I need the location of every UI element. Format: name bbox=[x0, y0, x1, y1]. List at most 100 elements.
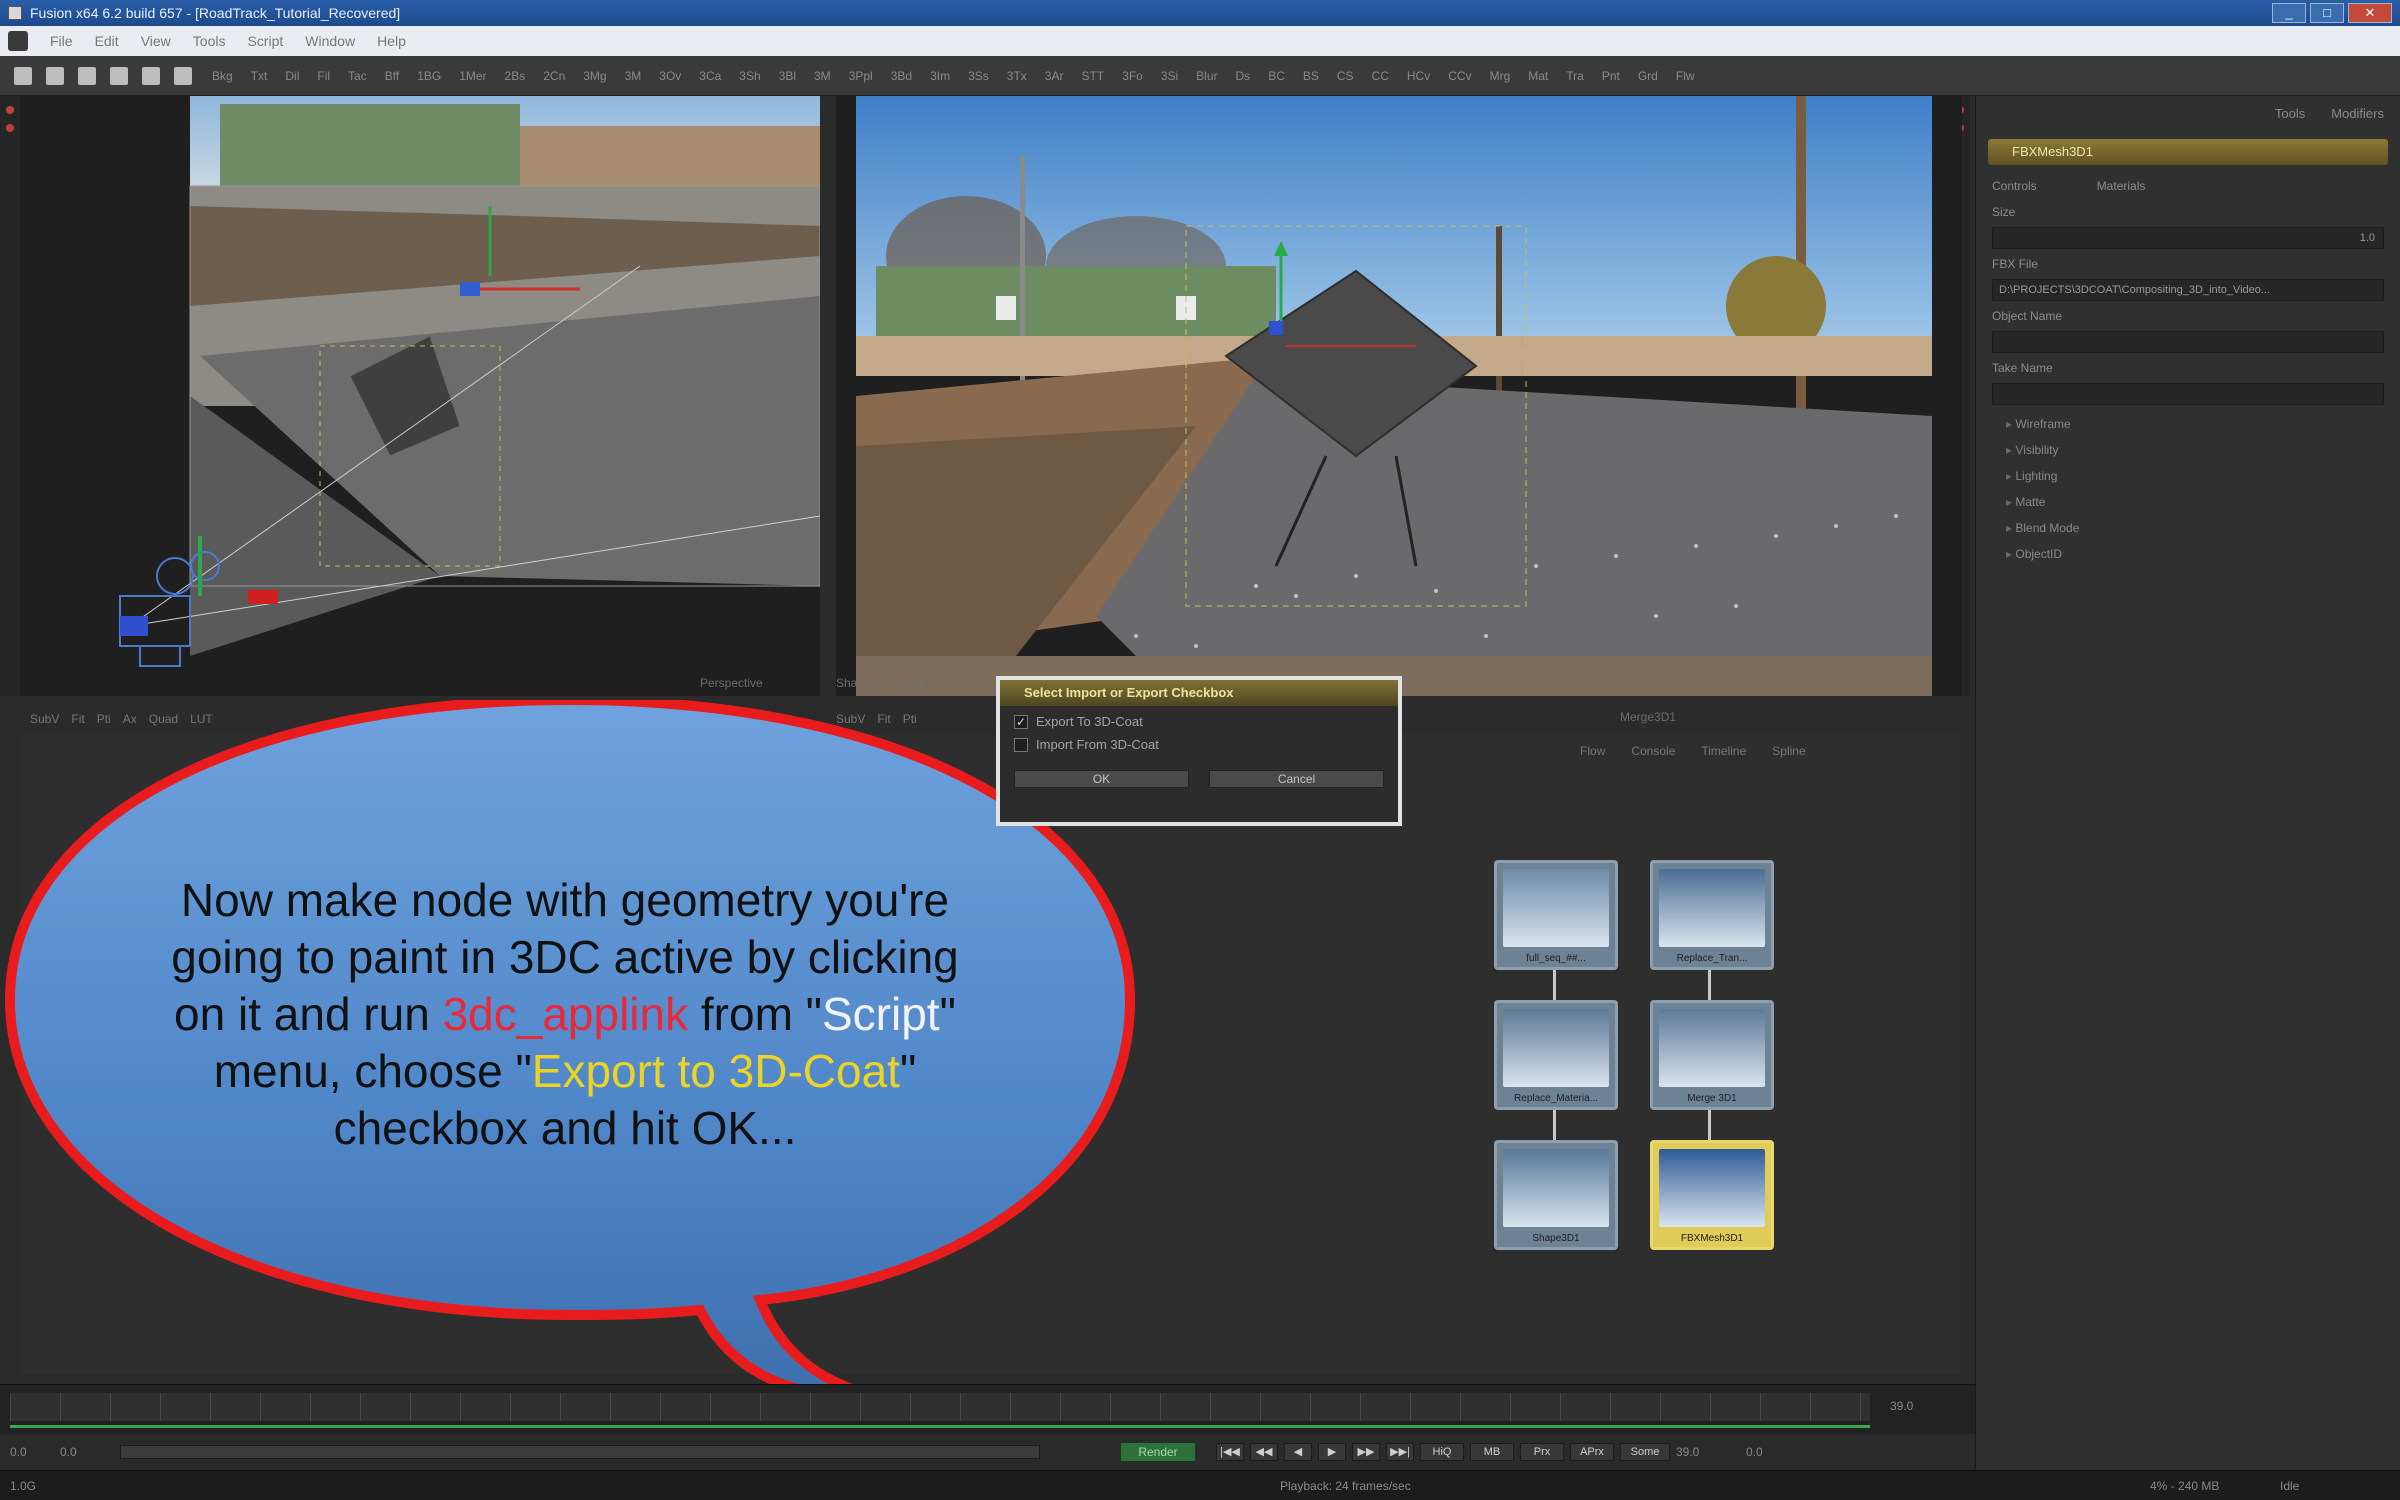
fbx-file-field[interactable]: D:\PROJECTS\3DCOAT\Compositing_3D_into_V… bbox=[1992, 279, 2384, 301]
tree-item-matte[interactable]: Matte bbox=[2006, 489, 2384, 515]
menu-edit[interactable]: Edit bbox=[95, 33, 119, 49]
save-icon[interactable] bbox=[78, 66, 96, 85]
aprx-toggle[interactable]: APrx bbox=[1570, 1443, 1614, 1461]
timeline[interactable]: 39.0 bbox=[0, 1384, 1975, 1434]
tool-button[interactable]: CS bbox=[1331, 69, 1360, 83]
tree-item-wireframe[interactable]: Wireframe bbox=[2006, 411, 2384, 437]
tool-button[interactable]: Dil bbox=[279, 69, 305, 83]
tool-button[interactable]: Txt bbox=[245, 69, 274, 83]
tool-button[interactable]: 3Sh bbox=[733, 69, 766, 83]
tool-button[interactable]: 3Bl bbox=[773, 69, 802, 83]
tool-button[interactable]: 2Bs bbox=[499, 69, 532, 83]
time-scrollbar[interactable] bbox=[120, 1445, 1040, 1459]
menu-help[interactable]: Help bbox=[377, 33, 406, 49]
tab-modifiers[interactable]: Modifiers bbox=[2331, 106, 2384, 121]
tab-materials[interactable]: Materials bbox=[2097, 179, 2146, 193]
menu-file[interactable]: File bbox=[50, 33, 73, 49]
flow-node-active[interactable]: FBXMesh3D1 bbox=[1650, 1140, 1774, 1250]
tree-item-blend-mode[interactable]: Blend Mode bbox=[2006, 515, 2384, 541]
tool-button[interactable]: Fil bbox=[311, 69, 336, 83]
tool-button[interactable]: Flw bbox=[1670, 69, 1701, 83]
record-icon[interactable] bbox=[6, 124, 14, 132]
hiq-toggle[interactable]: HiQ bbox=[1420, 1443, 1464, 1461]
menu-tools[interactable]: Tools bbox=[193, 33, 226, 49]
object-name-field[interactable] bbox=[1992, 331, 2384, 353]
tool-button[interactable]: 3M bbox=[619, 69, 648, 83]
open-file-icon[interactable] bbox=[46, 66, 64, 85]
size-slider[interactable]: 1.0 bbox=[1992, 227, 2384, 249]
play-reverse-button[interactable]: ◀ bbox=[1284, 1443, 1312, 1461]
shadow-camera-scene[interactable] bbox=[836, 96, 1962, 696]
tree-item-lighting[interactable]: Lighting bbox=[2006, 463, 2384, 489]
export-checkbox[interactable]: ✓ bbox=[1014, 714, 1028, 729]
global-end[interactable]: 0.0 bbox=[1746, 1445, 1816, 1459]
tool-button[interactable]: Bkg bbox=[206, 69, 239, 83]
left-viewer[interactable]: Perspective bbox=[20, 96, 820, 696]
tool-button[interactable]: Mrg bbox=[1484, 69, 1517, 83]
menu-view[interactable]: View bbox=[141, 33, 171, 49]
step-forward-button[interactable]: ▶▶ bbox=[1352, 1443, 1380, 1461]
tab-timeline[interactable]: Timeline bbox=[1701, 744, 1746, 758]
close-button[interactable]: ✕ bbox=[2348, 3, 2392, 23]
tool-button[interactable]: HCv bbox=[1401, 69, 1436, 83]
tool-button[interactable]: Ds bbox=[1230, 69, 1257, 83]
tool-button[interactable]: 3M bbox=[808, 69, 837, 83]
layout-icon[interactable] bbox=[174, 66, 192, 85]
flow-node[interactable]: Shape3D1 bbox=[1494, 1140, 1618, 1250]
step-back-button[interactable]: ◀◀ bbox=[1250, 1443, 1278, 1461]
tool-button[interactable]: Tra bbox=[1560, 69, 1590, 83]
tab-controls[interactable]: Controls bbox=[1992, 179, 2037, 193]
tool-button[interactable]: Mat bbox=[1522, 69, 1554, 83]
tree-item-visibility[interactable]: Visibility bbox=[2006, 437, 2384, 463]
tool-button[interactable]: 3Fo bbox=[1116, 69, 1149, 83]
tool-button[interactable]: Tac bbox=[342, 69, 373, 83]
prx-toggle[interactable]: Prx bbox=[1520, 1443, 1564, 1461]
tab-spline[interactable]: Spline bbox=[1772, 744, 1805, 758]
go-start-button[interactable]: |◀◀ bbox=[1216, 1443, 1244, 1461]
tool-button[interactable]: 1Mer bbox=[453, 69, 492, 83]
flow-node[interactable]: full_seq_##... bbox=[1494, 860, 1618, 970]
tab-tools[interactable]: Tools bbox=[2275, 106, 2305, 121]
some-toggle[interactable]: Some bbox=[1620, 1443, 1670, 1461]
right-viewer[interactable]: Shadow_Camera bbox=[836, 96, 1962, 696]
tool-button[interactable]: 1BG bbox=[411, 69, 447, 83]
flow-node[interactable]: Replace_Tran... bbox=[1650, 860, 1774, 970]
tool-button[interactable]: Pnt bbox=[1596, 69, 1626, 83]
render-button[interactable]: Render bbox=[1120, 1442, 1196, 1462]
ok-button[interactable]: OK bbox=[1014, 770, 1189, 788]
paste-icon[interactable] bbox=[142, 66, 160, 85]
play-button[interactable]: ▶ bbox=[1318, 1443, 1346, 1461]
tool-button[interactable]: 3Si bbox=[1155, 69, 1184, 83]
inspector-node-header[interactable]: FBXMesh3D1 bbox=[1988, 139, 2388, 165]
go-end-button[interactable]: ▶▶| bbox=[1386, 1443, 1414, 1461]
maximize-button[interactable]: □ bbox=[2310, 3, 2344, 23]
tool-button[interactable]: 3Ar bbox=[1039, 69, 1070, 83]
menu-window[interactable]: Window bbox=[305, 33, 355, 49]
tool-button[interactable]: Grd bbox=[1632, 69, 1664, 83]
tool-button[interactable]: 3Ss bbox=[962, 69, 995, 83]
export-option[interactable]: ✓ Export To 3D-Coat bbox=[1000, 706, 1398, 729]
tool-button[interactable]: 3Tx bbox=[1001, 69, 1033, 83]
mb-toggle[interactable]: MB bbox=[1470, 1443, 1514, 1461]
tool-button[interactable]: CCv bbox=[1442, 69, 1477, 83]
time-ruler[interactable] bbox=[10, 1393, 1870, 1421]
tool-button[interactable]: Bff bbox=[379, 69, 405, 83]
tool-button[interactable]: 3Ca bbox=[693, 69, 727, 83]
tool-button[interactable]: 2Cn bbox=[537, 69, 571, 83]
perspective-scene[interactable] bbox=[20, 96, 820, 696]
tool-button[interactable]: STT bbox=[1075, 69, 1110, 83]
record-icon[interactable] bbox=[6, 106, 14, 114]
import-checkbox[interactable] bbox=[1014, 737, 1028, 752]
render-start[interactable]: 0.0 bbox=[60, 1445, 120, 1459]
tool-button[interactable]: CC bbox=[1366, 69, 1395, 83]
render-end[interactable]: 39.0 bbox=[1676, 1445, 1746, 1459]
tool-button[interactable]: Blur bbox=[1190, 69, 1223, 83]
tool-button[interactable]: 3Bd bbox=[885, 69, 918, 83]
tool-button[interactable]: 3Mg bbox=[577, 69, 612, 83]
flow-node[interactable]: Replace_Materia... bbox=[1494, 1000, 1618, 1110]
tab-flow[interactable]: Flow bbox=[1580, 744, 1605, 758]
tool-button[interactable]: BS bbox=[1297, 69, 1325, 83]
tool-button[interactable]: 3Ppl bbox=[843, 69, 879, 83]
current-time[interactable]: 39.0 bbox=[1890, 1399, 1913, 1413]
take-name-field[interactable] bbox=[1992, 383, 2384, 405]
